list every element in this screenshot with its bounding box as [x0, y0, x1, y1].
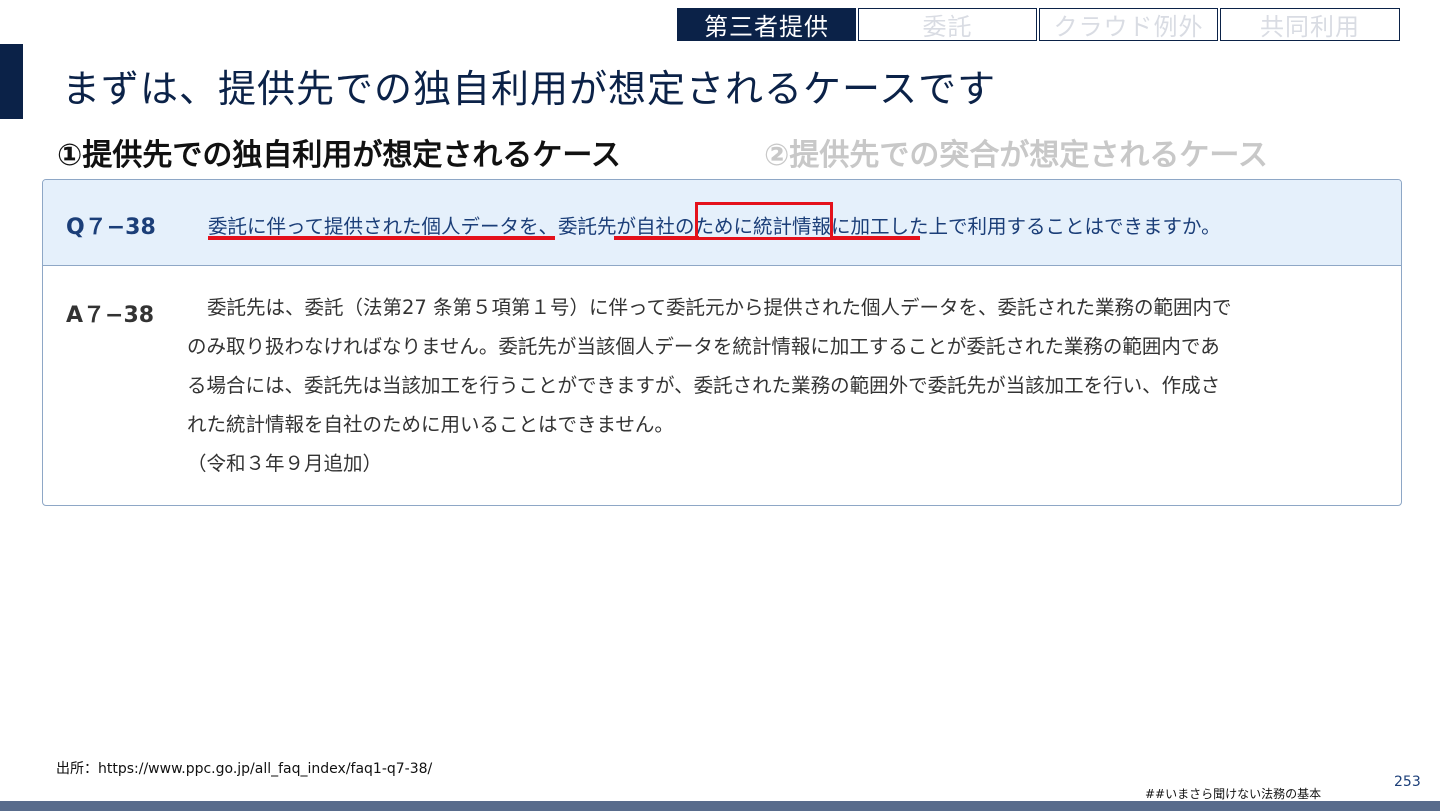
- answer-line: 委託先は、委託（法第27 条第５項第１号）に伴って委託元から提供された個人データ…: [207, 296, 1232, 319]
- answer-line: れた統計情報を自社のために用いることはできません。: [187, 413, 674, 436]
- case-heading-inactive: ②提供先での突合が想定されるケース: [764, 138, 1268, 173]
- question-row: Q７−38 委託に伴って提供された個人データを、委託先が自社のために統計情報に加…: [43, 180, 1401, 266]
- source-citation: 出所：https://www.ppc.go.jp/all_faq_index/f…: [56, 761, 433, 777]
- answer-line: のみ取り扱わなければなりません。委託先が当該個人データを統計情報に加工することが…: [187, 335, 1220, 358]
- answer-line: る場合には、委託先は当該加工を行うことができますが、委託された業務の範囲外で委託…: [187, 374, 1221, 397]
- page-number: 253: [1394, 774, 1421, 790]
- answer-number: A７−38: [66, 303, 155, 328]
- tab-cloud-exception[interactable]: クラウド例外: [1039, 8, 1218, 41]
- section-tabs: 第三者提供 委託 クラウド例外 共同利用: [677, 8, 1400, 41]
- page-title: まずは、提供先での独自利用が想定されるケースです: [62, 67, 997, 111]
- footer-tag: ##いまさら聞けない法務の基本: [1145, 787, 1322, 801]
- left-accent-bar: [0, 44, 23, 119]
- bottom-bar: [0, 801, 1440, 811]
- qa-box: Q７−38 委託に伴って提供された個人データを、委託先が自社のために統計情報に加…: [42, 179, 1402, 506]
- case-heading-active: ①提供先での独自利用が想定されるケース: [57, 138, 621, 173]
- question-number: Q７−38: [66, 215, 156, 240]
- answer-note: （令和３年９月追加）: [187, 452, 383, 475]
- highlight-box-own-company: [695, 202, 833, 240]
- underline-provided-data: [208, 236, 555, 240]
- tab-third-party[interactable]: 第三者提供: [677, 8, 856, 41]
- tab-outsourcing[interactable]: 委託: [858, 8, 1037, 41]
- underline-contractor: [614, 236, 699, 240]
- tab-joint-use[interactable]: 共同利用: [1220, 8, 1400, 41]
- answer-text: 委託先は、委託（法第27 条第５項第１号）に伴って委託元から提供された個人データ…: [187, 288, 1387, 483]
- underline-statistics: [832, 236, 920, 240]
